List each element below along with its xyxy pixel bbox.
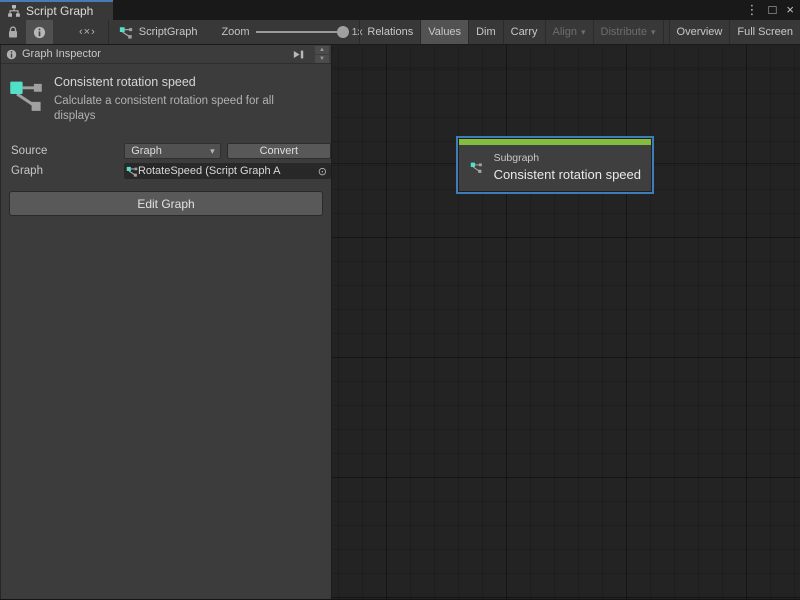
inspector-form: Source Graph Convert Graph RotateSpeed (… — [1, 141, 331, 216]
graph-object-field[interactable]: RotateSpeed (Script Graph A ⊙ — [124, 163, 331, 179]
toolbar: ‹×› ScriptGraph Zoom 1x Relations Values… — [0, 20, 800, 45]
graph-inspector-title: Graph Inspector — [22, 48, 101, 60]
subgraph-icon — [8, 76, 44, 112]
inspector-toggle-button[interactable] — [26, 20, 53, 44]
script-graph-node-icon — [126, 165, 138, 177]
node-title: Consistent rotation speed — [494, 167, 641, 182]
panel-reorder-spinner: ▲ ▼ — [315, 46, 329, 63]
dim-button[interactable]: Dim — [469, 20, 503, 44]
dock-right-icon — [292, 48, 305, 61]
dock-panel-button[interactable] — [289, 48, 308, 61]
main-area: Graph Inspector ▲ ▼ Consistent ro — [0, 45, 800, 600]
distribute-dropdown[interactable]: Distribute — [594, 20, 663, 44]
graph-info-text: Consistent rotation speed Calculate a co… — [54, 73, 312, 123]
graph-inspector-header: Graph Inspector ▲ ▼ — [1, 45, 331, 64]
maximize-icon[interactable]: □ — [769, 0, 777, 20]
panel-up-button[interactable]: ▲ — [315, 46, 329, 54]
toolbar-right-group: Relations Values Dim Carry Align Distrib… — [359, 20, 800, 44]
graph-field-label: Graph — [11, 165, 124, 177]
graph-description: Calculate a consistent rotation speed fo… — [54, 94, 312, 123]
info-icon — [6, 49, 17, 60]
graph-inspector-panel: Graph Inspector ▲ ▼ Consistent ro — [0, 45, 332, 599]
graph-canvas[interactable]: Subgraph Consistent rotation speed — [332, 45, 800, 599]
node-type-label: Subgraph — [494, 152, 641, 164]
node-body: Subgraph Consistent rotation speed — [459, 145, 651, 191]
graph-hierarchy-icon — [7, 4, 21, 18]
full-screen-button[interactable]: Full Screen — [730, 20, 800, 44]
carry-button[interactable]: Carry — [504, 20, 545, 44]
graph-info-section: Consistent rotation speed Calculate a co… — [1, 64, 331, 127]
variables-toggle-button[interactable]: ‹×› — [67, 20, 108, 44]
zoom-label: Zoom — [221, 20, 249, 44]
info-icon — [33, 26, 46, 39]
window-tab-bar: Script Graph ⋮ □ × — [0, 0, 800, 20]
graph-breadcrumb[interactable]: ScriptGraph — [109, 20, 208, 44]
tab-label: Script Graph — [26, 4, 93, 18]
variables-icon: ‹×› — [79, 26, 96, 38]
edit-graph-button[interactable]: Edit Graph — [9, 191, 323, 216]
source-label: Source — [11, 145, 124, 157]
panel-down-button[interactable]: ▼ — [315, 55, 329, 63]
window-controls: ⋮ □ × — [746, 0, 794, 20]
source-row: Source Graph Convert — [1, 141, 331, 161]
values-button[interactable]: Values — [421, 20, 468, 44]
graph-object-value: RotateSpeed (Script Graph A — [138, 165, 315, 177]
close-icon[interactable]: × — [786, 0, 794, 20]
script-graph-node-icon — [119, 25, 133, 39]
lock-button[interactable] — [0, 20, 26, 44]
relations-button[interactable]: Relations — [360, 20, 420, 44]
overview-button[interactable]: Overview — [670, 20, 730, 44]
subgraph-icon — [470, 152, 483, 182]
align-dropdown[interactable]: Align — [546, 20, 593, 44]
graph-breadcrumb-label: ScriptGraph — [139, 26, 198, 38]
source-dropdown-value: Graph — [131, 145, 162, 157]
object-picker-icon[interactable]: ⊙ — [315, 165, 330, 178]
zoom-slider-handle[interactable] — [337, 26, 349, 38]
graph-field-row: Graph RotateSpeed (Script Graph A ⊙ — [1, 161, 331, 181]
subgraph-node[interactable]: Subgraph Consistent rotation speed — [456, 136, 654, 194]
tab-script-graph[interactable]: Script Graph — [0, 0, 113, 20]
zoom-slider[interactable] — [256, 31, 346, 33]
lock-icon — [7, 26, 19, 39]
convert-button[interactable]: Convert — [227, 143, 331, 159]
node-text: Subgraph Consistent rotation speed — [494, 152, 641, 182]
graph-title: Consistent rotation speed — [54, 75, 312, 89]
window-menu-icon[interactable]: ⋮ — [746, 0, 759, 20]
source-dropdown[interactable]: Graph — [124, 143, 220, 159]
